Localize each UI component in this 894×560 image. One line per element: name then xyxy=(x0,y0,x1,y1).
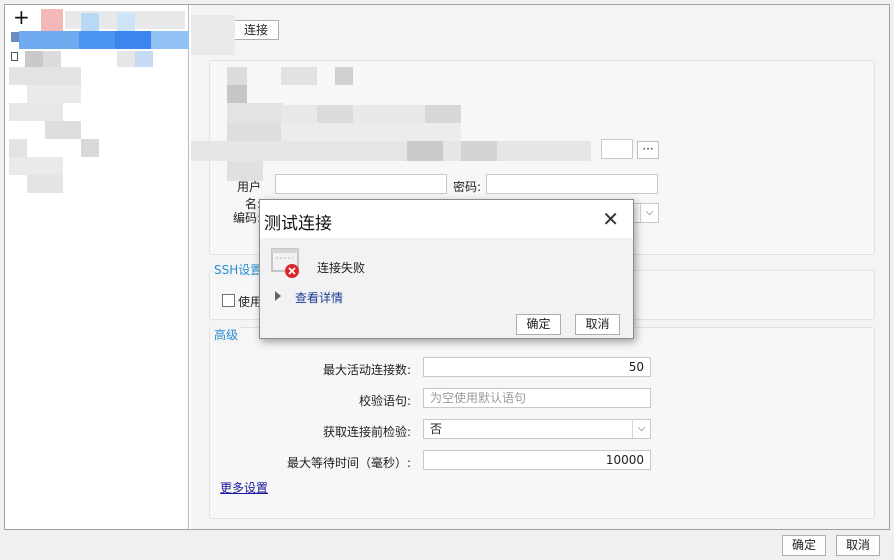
password-input[interactable] xyxy=(486,174,658,194)
validation-query-label: 校验语句: xyxy=(358,394,411,408)
username-input[interactable] xyxy=(275,174,447,194)
tree-item-icon[interactable] xyxy=(11,32,19,42)
expand-arrow-icon[interactable] xyxy=(275,291,281,301)
test-on-borrow-value: 否 xyxy=(430,422,443,436)
cancel-button[interactable]: 取消 xyxy=(836,535,880,556)
test-on-borrow-select[interactable]: 否 ⌵ xyxy=(423,419,651,439)
test-connection-button[interactable]: 连接 xyxy=(233,20,279,40)
chevron-down-icon: ⌵ xyxy=(632,420,650,438)
close-icon[interactable]: ✕ xyxy=(602,209,619,229)
password-label: 密码: xyxy=(452,180,481,194)
dialog-title: 测试连接 xyxy=(264,214,332,234)
dialog-header: 测试连接 ✕ xyxy=(260,200,633,238)
browse-button[interactable]: ··· xyxy=(637,141,659,159)
connection-error-icon xyxy=(271,247,301,278)
encoding-label: 编码: xyxy=(232,211,261,225)
test-connection-dialog: 测试连接 ✕ 连接失败 查看详情 确定 取消 xyxy=(259,199,634,339)
max-active-input[interactable]: 50 xyxy=(423,357,651,377)
use-ssh-checkbox[interactable] xyxy=(222,294,235,307)
test-on-borrow-label: 获取连接前检验: xyxy=(322,425,411,439)
chevron-down-icon: ⌵ xyxy=(640,204,658,222)
tree-item-icon[interactable] xyxy=(11,52,18,61)
ok-button[interactable]: 确定 xyxy=(782,535,826,556)
max-active-label: 最大活动连接数: xyxy=(322,363,411,377)
advanced-section-title: 高级 xyxy=(212,326,241,343)
username-label: 用户名: xyxy=(236,180,261,211)
dialog-ok-button[interactable]: 确定 xyxy=(516,314,561,335)
dialog-cancel-button[interactable]: 取消 xyxy=(575,314,620,335)
max-wait-label: 最大等待时间（毫秒）: xyxy=(286,456,411,470)
dialog-message: 连接失败 xyxy=(317,261,366,275)
validation-query-input[interactable]: 为空使用默认语句 xyxy=(423,388,651,408)
more-settings-link[interactable]: 更多设置 xyxy=(220,479,268,496)
connection-tree-panel: + xyxy=(5,5,189,529)
view-details-link[interactable]: 查看详情 xyxy=(295,289,343,306)
ssh-section-title: SSH设置 xyxy=(212,261,265,278)
add-connection-button[interactable]: + xyxy=(13,7,30,27)
max-wait-input[interactable]: 10000 xyxy=(423,450,651,470)
